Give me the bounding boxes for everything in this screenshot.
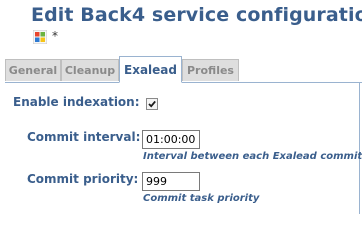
tab-general-label: General: [8, 64, 58, 77]
tab-general[interactable]: General: [5, 59, 61, 81]
windows-logo-icon: [32, 29, 48, 45]
commit-interval-hint: Interval between each Exalead commit: [143, 151, 362, 162]
commit-interval-label: Commit interval:: [27, 130, 141, 144]
unsaved-changes-marker: *: [52, 29, 58, 43]
commit-priority-label: Commit priority:: [27, 172, 139, 186]
tab-exalead[interactable]: Exalead: [119, 56, 182, 83]
tab-cleanup-label: Cleanup: [64, 64, 116, 77]
commit-priority-hint: Commit task priority: [143, 193, 260, 204]
service-config-window: Edit Back4 service configuration * Gener…: [0, 0, 362, 214]
tab-cleanup[interactable]: Cleanup: [61, 59, 119, 81]
enable-indexation-label: Enable indexation:: [13, 95, 140, 109]
editor-status-line: *: [32, 28, 58, 45]
tab-strip: General Cleanup Exalead Profiles: [5, 56, 362, 83]
tab-profiles[interactable]: Profiles: [182, 59, 239, 81]
checkmark-icon: [148, 100, 156, 108]
enable-indexation-checkbox[interactable]: [146, 98, 158, 110]
commit-priority-input[interactable]: [142, 172, 200, 191]
panel-border: [359, 82, 360, 214]
page-title: Edit Back4 service configuration: [31, 4, 362, 26]
tab-profiles-label: Profiles: [187, 64, 234, 77]
commit-interval-input[interactable]: [142, 130, 200, 149]
tab-exalead-label: Exalead: [124, 62, 177, 77]
